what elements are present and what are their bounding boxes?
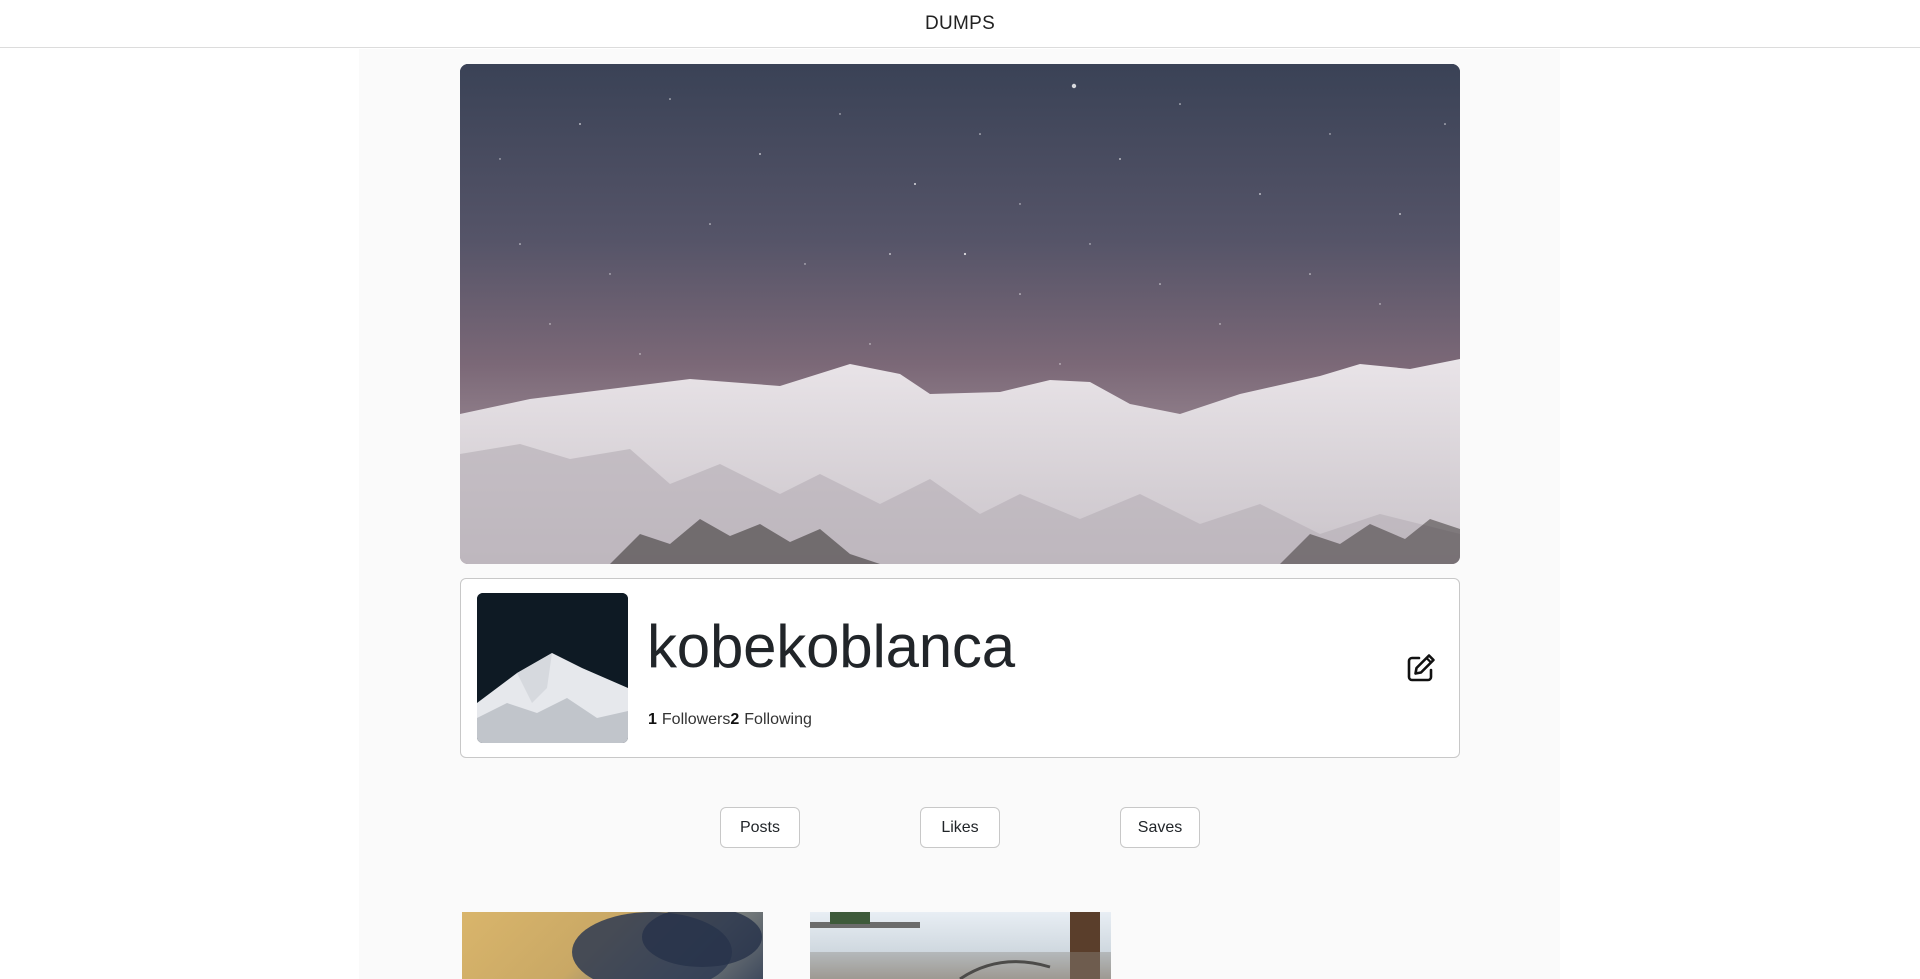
top-navbar: DUMPS bbox=[0, 0, 1920, 48]
tab-posts[interactable]: Posts bbox=[720, 807, 800, 848]
follow-counts: 1 Followers 2 Following bbox=[648, 711, 812, 729]
edit-icon bbox=[1407, 654, 1435, 682]
post-thumbnail[interactable] bbox=[462, 912, 763, 979]
brand-logo-text[interactable]: DUMPS bbox=[925, 13, 995, 35]
following-count: 2 bbox=[730, 711, 740, 728]
tab-saves[interactable]: Saves bbox=[1120, 807, 1200, 848]
post-image bbox=[810, 912, 1111, 979]
profile-username: kobekoblanca bbox=[647, 613, 1015, 680]
followers-count: 1 bbox=[648, 711, 657, 728]
avatar[interactable] bbox=[477, 593, 628, 743]
tab-likes[interactable]: Likes bbox=[920, 807, 1000, 848]
post-thumbnail[interactable] bbox=[810, 912, 1111, 979]
cover-photo bbox=[460, 64, 1460, 564]
edit-profile-button[interactable] bbox=[1402, 649, 1440, 687]
followers-link[interactable]: Followers bbox=[662, 711, 730, 729]
following-link[interactable]: Following bbox=[744, 711, 812, 729]
profile-card: kobekoblanca 1 Followers 2 Following bbox=[460, 578, 1460, 758]
post-image bbox=[572, 912, 762, 979]
avatar-image bbox=[477, 593, 628, 743]
cover-image bbox=[460, 64, 1460, 564]
